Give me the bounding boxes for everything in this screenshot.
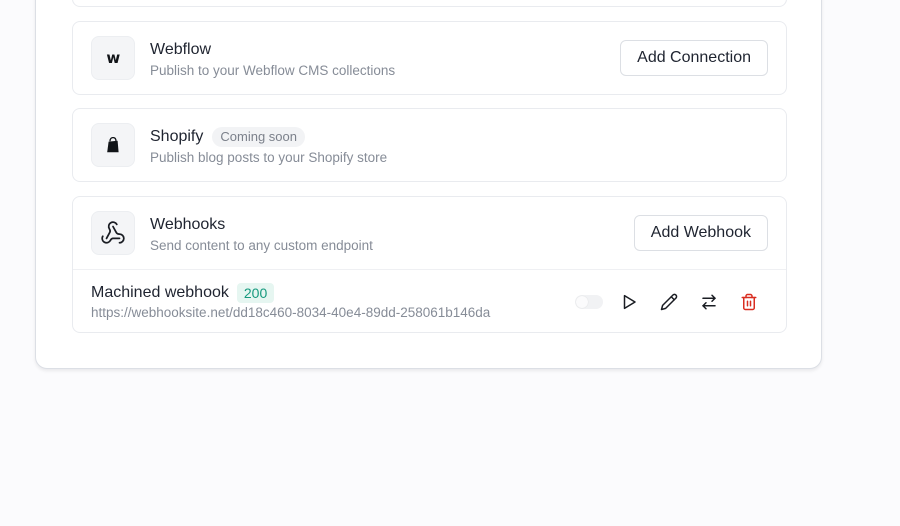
- webhook-enabled-toggle[interactable]: [575, 295, 603, 309]
- webflow-logo-icon: w: [91, 36, 135, 80]
- integration-card-webhooks: Webhooks Send content to any custom endp…: [72, 196, 787, 333]
- shopify-title: Shopify: [150, 128, 204, 145]
- webflow-text: Webflow Publish to your Webflow CMS coll…: [150, 39, 395, 80]
- webhooks-title: Webhooks: [150, 216, 226, 233]
- shopify-text: Shopify Coming soon Publish blog posts t…: [150, 126, 387, 167]
- integration-row-shopify: Shopify Coming soon Publish blog posts t…: [73, 109, 786, 182]
- integration-card-webflow: w Webflow Publish to your Webflow CMS co…: [72, 21, 787, 95]
- coming-soon-badge: Coming soon: [212, 127, 305, 147]
- shopify-bag-glyph: [107, 137, 119, 153]
- add-webhook-button[interactable]: Add Webhook: [633, 215, 768, 251]
- integration-card-previous: [72, 0, 787, 7]
- trash-icon[interactable]: [739, 292, 759, 312]
- webhook-list-item: Machined webhook 200 https://webhooksite…: [73, 270, 786, 333]
- integration-card-shopify: Shopify Coming soon Publish blog posts t…: [72, 108, 787, 182]
- toggle-knob: [576, 296, 588, 308]
- webhook-url: https://webhooksite.net/dd18c460-8034-40…: [91, 305, 491, 320]
- add-connection-button[interactable]: Add Connection: [620, 40, 768, 76]
- integration-row-webflow: w Webflow Publish to your Webflow CMS co…: [73, 22, 786, 95]
- webhook-icon: [91, 211, 135, 255]
- webhook-glyph: [101, 221, 125, 244]
- webhooks-text: Webhooks Send content to any custom endp…: [150, 214, 373, 255]
- play-icon[interactable]: [619, 292, 639, 312]
- webflow-title: Webflow: [150, 41, 212, 58]
- webhook-info: Machined webhook 200 https://webhooksite…: [91, 282, 490, 322]
- webhook-name: Machined webhook: [91, 284, 229, 301]
- webflow-description: Publish to your Webflow CMS collections: [150, 63, 396, 78]
- shopify-bag-icon: [91, 123, 135, 167]
- integration-row-webhooks: Webhooks Send content to any custom endp…: [73, 197, 786, 270]
- webhook-status-badge: 200: [236, 283, 275, 303]
- webflow-logo-glyph: w: [106, 49, 120, 67]
- pencil-icon[interactable]: [659, 292, 679, 312]
- swap-arrows-icon[interactable]: [699, 292, 719, 312]
- shopify-description: Publish blog posts to your Shopify store: [150, 150, 388, 165]
- webhooks-description: Send content to any custom endpoint: [150, 238, 373, 253]
